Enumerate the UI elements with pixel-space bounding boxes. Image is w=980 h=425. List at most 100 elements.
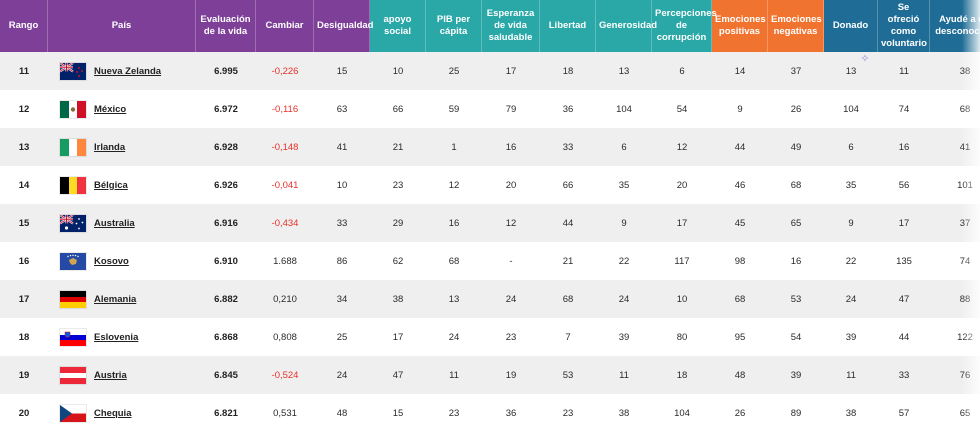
metric-cell: 80 <box>676 331 688 343</box>
country-link[interactable]: Irlanda <box>94 142 125 153</box>
country-link[interactable]: Austria <box>94 370 127 381</box>
metric-cell: 23 <box>505 331 517 343</box>
metric-cell: 36 <box>505 407 517 419</box>
metric-cell: 39 <box>768 356 824 394</box>
metric-cell: 53 <box>768 280 824 318</box>
table-row: 18 Eslovenia 6.868 0,808 25 17 24 23 7 39 80 95 54 39… <box>0 318 980 356</box>
metric-cell: 74 <box>959 255 971 267</box>
sparkle-icon[interactable]: ✧ <box>857 52 873 66</box>
metric-cell: 17 <box>652 204 712 242</box>
table-row: 11 Nueva Zelanda 6.995 -0,226 15 10 25 17 18 13 6 1… <box>0 52 980 90</box>
metric-cell: 12 <box>448 179 460 191</box>
metric-cell: 16 <box>878 128 930 166</box>
country-link[interactable]: Alemania <box>94 294 136 305</box>
change-cell: -0,226 <box>256 52 314 90</box>
metric-cell: 33 <box>878 356 930 394</box>
column-header[interactable]: apoyo social <box>370 0 426 52</box>
column-header[interactable]: Cambiar <box>256 0 314 52</box>
rank-cell: 12 <box>18 103 30 115</box>
metric-cell: 86 <box>336 255 348 267</box>
happiness-table-container: Rango País Evaluación de la vida Cambiar Des… <box>0 0 980 425</box>
metric-cell: 45 <box>712 204 768 242</box>
country-cell: Nueva Zelanda <box>48 52 196 90</box>
metric-cell: 22 <box>845 255 857 267</box>
metric-cell: 95 <box>734 331 746 343</box>
country-link[interactable]: Chequia <box>94 408 131 419</box>
metric-cell: 68 <box>712 280 768 318</box>
column-header[interactable]: Emociones positivas <box>712 0 768 52</box>
column-header[interactable]: Generosidad <box>596 0 657 52</box>
table-header: Rango País Evaluación de la vida Cambiar Des… <box>0 0 980 52</box>
change-cell: -0,041 <box>271 179 299 191</box>
metric-cell: 68 <box>540 280 596 318</box>
country-cell: Australia <box>48 204 196 242</box>
column-header[interactable]: Evaluación de la vida <box>196 0 256 52</box>
metric-cell: 1 <box>426 128 482 166</box>
country-cell: Bélgica <box>48 166 196 204</box>
metric-cell: 122 <box>957 331 973 343</box>
column-header[interactable]: PIB per cápita <box>426 0 482 52</box>
column-header[interactable]: Desigualdad <box>314 0 374 52</box>
metric-cell: 101 <box>957 179 973 191</box>
column-header[interactable]: Ayudé a un desconocido <box>930 0 980 52</box>
life-evaluation-cell: 6.868 <box>214 331 238 343</box>
metric-cell: 62 <box>392 255 404 267</box>
column-header[interactable]: Libertad <box>540 0 596 52</box>
metric-cell: 18 <box>540 52 596 90</box>
metric-cell: 24 <box>596 280 652 318</box>
metric-cell: 38 <box>845 407 857 419</box>
metric-cell: 56 <box>898 179 910 191</box>
metric-cell: 49 <box>768 128 824 166</box>
metric-cell: 11 <box>878 52 930 90</box>
table-row: 19 Austria 6.845 -0,524 24 47 11 19 53 11 18 48 39 11… <box>0 356 980 394</box>
column-header[interactable]: Donado <box>824 0 878 52</box>
metric-cell: 68 <box>448 255 460 267</box>
column-header[interactable]: Se ofreció como voluntario <box>878 0 930 52</box>
country-link[interactable]: Eslovenia <box>94 332 138 343</box>
metric-cell: 44 <box>540 204 596 242</box>
change-cell: 0,808 <box>273 331 297 343</box>
flag-icon <box>60 138 86 156</box>
metric-cell: 9 <box>824 204 878 242</box>
metric-cell: 20 <box>676 179 688 191</box>
flag-icon <box>60 176 86 194</box>
metric-cell: - <box>509 255 513 267</box>
metric-cell: 24 <box>448 331 460 343</box>
column-header[interactable]: Rango <box>0 0 48 52</box>
country-link[interactable]: México <box>94 104 126 115</box>
country-link[interactable]: Australia <box>94 218 135 229</box>
metric-cell: 37 <box>768 52 824 90</box>
metric-cell: 53 <box>540 356 596 394</box>
flag-icon <box>60 404 86 422</box>
column-header[interactable]: Emociones negativas <box>768 0 824 52</box>
country-link[interactable]: Nueva Zelanda <box>94 66 161 77</box>
metric-cell: 44 <box>712 128 768 166</box>
metric-cell: 7 <box>565 331 571 343</box>
rank-cell: 20 <box>18 407 30 419</box>
change-cell: -0,116 <box>271 103 299 115</box>
table-row: 16 Kosovo 6.910 1.688 86 62 68 - 21 22 117 98 16 22 13… <box>0 242 980 280</box>
rank-cell: 18 <box>18 331 30 343</box>
rank-cell: 13 <box>0 128 48 166</box>
country-link[interactable]: Bélgica <box>94 180 128 191</box>
metric-cell: 38 <box>618 407 630 419</box>
metric-cell: 18 <box>652 356 712 394</box>
metric-cell: 135 <box>896 255 912 267</box>
column-header[interactable]: Percepciones de corrupción <box>652 0 717 52</box>
metric-cell: 17 <box>392 331 404 343</box>
life-evaluation-cell: 6.926 <box>214 179 238 191</box>
metric-cell: 11 <box>426 356 482 394</box>
header-row: Rango País Evaluación de la vida Cambiar Des… <box>0 0 980 52</box>
metric-cell: 104 <box>616 103 632 115</box>
rank-cell: 17 <box>0 280 48 318</box>
metric-cell: 11 <box>596 356 652 394</box>
change-cell: 0,210 <box>256 280 314 318</box>
metric-cell: 9 <box>596 204 652 242</box>
country-link[interactable]: Kosovo <box>94 256 129 267</box>
column-header[interactable]: País <box>48 0 196 52</box>
metric-cell: 68 <box>790 179 802 191</box>
life-evaluation-cell: 6.916 <box>196 204 256 242</box>
metric-cell: 14 <box>712 52 768 90</box>
table-row: 17 Alemania 6.882 0,210 34 38 13 24 68 24 10 68 53 24… <box>0 280 980 318</box>
column-header[interactable]: Esperanza de vida saludable <box>482 0 540 52</box>
